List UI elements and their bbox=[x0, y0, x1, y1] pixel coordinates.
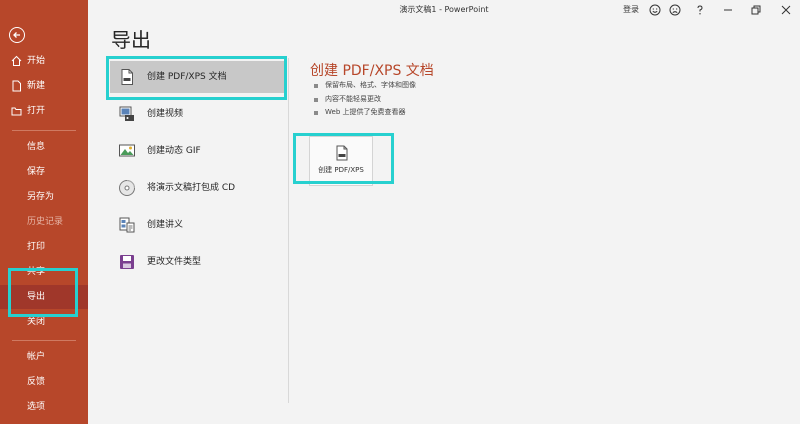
sidebar-item-feedback[interactable]: 反馈 bbox=[0, 370, 88, 394]
detail-title: 创建 PDF/XPS 文档 bbox=[310, 63, 434, 79]
sidebar-item-new[interactable]: 新建 bbox=[0, 74, 88, 98]
sidebar-item-label: 导出 bbox=[27, 292, 46, 302]
video-icon bbox=[119, 106, 134, 121]
option-change-file-type[interactable]: 更改文件类型 bbox=[110, 246, 285, 278]
sidebar-item-export[interactable]: 导出 bbox=[0, 285, 88, 309]
sidebar-item-label: 开始 bbox=[27, 56, 46, 66]
backstage-sidebar: 开始 新建 打开 信息 保存 另存为 历史记录 打印 共享 导出 关闭 帐户 反… bbox=[0, 0, 88, 424]
option-label: 更改文件类型 bbox=[147, 257, 202, 267]
sidebar-item-print[interactable]: 打印 bbox=[0, 235, 88, 259]
bullet-item: Web 上提供了免费查看器 bbox=[313, 106, 416, 120]
title-bar: 演示文稿1 - PowerPoint 登录 bbox=[88, 0, 800, 20]
sidebar-item-label: 反馈 bbox=[27, 377, 46, 387]
sidebar-item-account[interactable]: 帐户 bbox=[0, 345, 88, 369]
option-create-video[interactable]: 创建视频 bbox=[110, 98, 285, 130]
option-label: 将演示文稿打包成 CD bbox=[147, 183, 236, 193]
sidebar-item-history: 历史记录 bbox=[0, 210, 88, 234]
option-package-cd[interactable]: 将演示文稿打包成 CD bbox=[110, 172, 285, 204]
panel-divider bbox=[288, 58, 289, 403]
frown-icon[interactable] bbox=[669, 4, 681, 16]
option-label: 创建动态 GIF bbox=[147, 146, 201, 156]
new-file-icon bbox=[12, 80, 21, 92]
button-label: 创建 PDF/XPS bbox=[318, 166, 364, 174]
save-filetype-icon bbox=[120, 255, 134, 269]
login-link[interactable]: 登录 bbox=[623, 4, 639, 15]
sidebar-item-label: 打开 bbox=[27, 106, 46, 116]
bullet-item: 保留布局、格式、字体和图像 bbox=[313, 79, 416, 93]
option-label: 创建讲义 bbox=[147, 220, 184, 230]
option-label: 创建视频 bbox=[147, 109, 184, 119]
folder-open-icon bbox=[11, 107, 22, 116]
sidebar-item-label: 帐户 bbox=[27, 352, 46, 362]
option-create-gif[interactable]: 创建动态 GIF bbox=[110, 135, 285, 167]
detail-bullets: 保留布局、格式、字体和图像 内容不能轻易更改 Web 上提供了免费查看器 bbox=[313, 79, 416, 120]
sidebar-divider bbox=[12, 340, 76, 341]
sidebar-item-label: 历史记录 bbox=[27, 217, 64, 227]
option-label: 创建 PDF/XPS 文档 bbox=[147, 72, 227, 82]
sidebar-divider bbox=[12, 130, 76, 131]
page-title: 导出 bbox=[111, 28, 151, 52]
sidebar-item-open[interactable]: 打开 bbox=[0, 99, 88, 123]
sidebar-item-label: 打印 bbox=[27, 242, 46, 252]
sidebar-item-save-as[interactable]: 另存为 bbox=[0, 185, 88, 209]
sidebar-item-label: 新建 bbox=[27, 81, 46, 91]
pdf-document-icon bbox=[121, 69, 133, 85]
home-icon bbox=[11, 55, 22, 66]
help-icon[interactable] bbox=[694, 4, 706, 16]
sidebar-item-close[interactable]: 关闭 bbox=[0, 310, 88, 334]
sidebar-item-home[interactable]: 开始 bbox=[0, 49, 88, 73]
sidebar-item-label: 另存为 bbox=[27, 192, 55, 202]
sidebar-item-label: 信息 bbox=[27, 142, 46, 152]
option-create-handouts[interactable]: 创建讲义 bbox=[110, 209, 285, 241]
pdf-document-icon bbox=[336, 145, 348, 161]
smile-icon[interactable] bbox=[649, 4, 661, 16]
close-icon[interactable] bbox=[780, 4, 792, 16]
gif-icon bbox=[119, 144, 135, 157]
back-arrow-icon[interactable] bbox=[9, 27, 25, 43]
cd-icon bbox=[119, 180, 135, 196]
sidebar-item-options[interactable]: 选项 bbox=[0, 395, 88, 419]
sidebar-item-save[interactable]: 保存 bbox=[0, 160, 88, 184]
create-pdf-xps-button[interactable]: 创建 PDF/XPS bbox=[309, 136, 373, 186]
handout-icon bbox=[119, 217, 135, 233]
sidebar-item-info[interactable]: 信息 bbox=[0, 135, 88, 159]
sidebar-item-label: 关闭 bbox=[27, 317, 46, 327]
sidebar-item-share[interactable]: 共享 bbox=[0, 260, 88, 284]
option-create-pdf-xps[interactable]: 创建 PDF/XPS 文档 bbox=[110, 61, 285, 93]
restore-icon[interactable] bbox=[750, 4, 762, 16]
sidebar-item-label: 共享 bbox=[27, 267, 46, 277]
sidebar-item-label: 选项 bbox=[27, 402, 46, 412]
minimize-icon[interactable] bbox=[722, 4, 734, 16]
sidebar-item-label: 保存 bbox=[27, 167, 46, 177]
bullet-item: 内容不能轻易更改 bbox=[313, 93, 416, 107]
